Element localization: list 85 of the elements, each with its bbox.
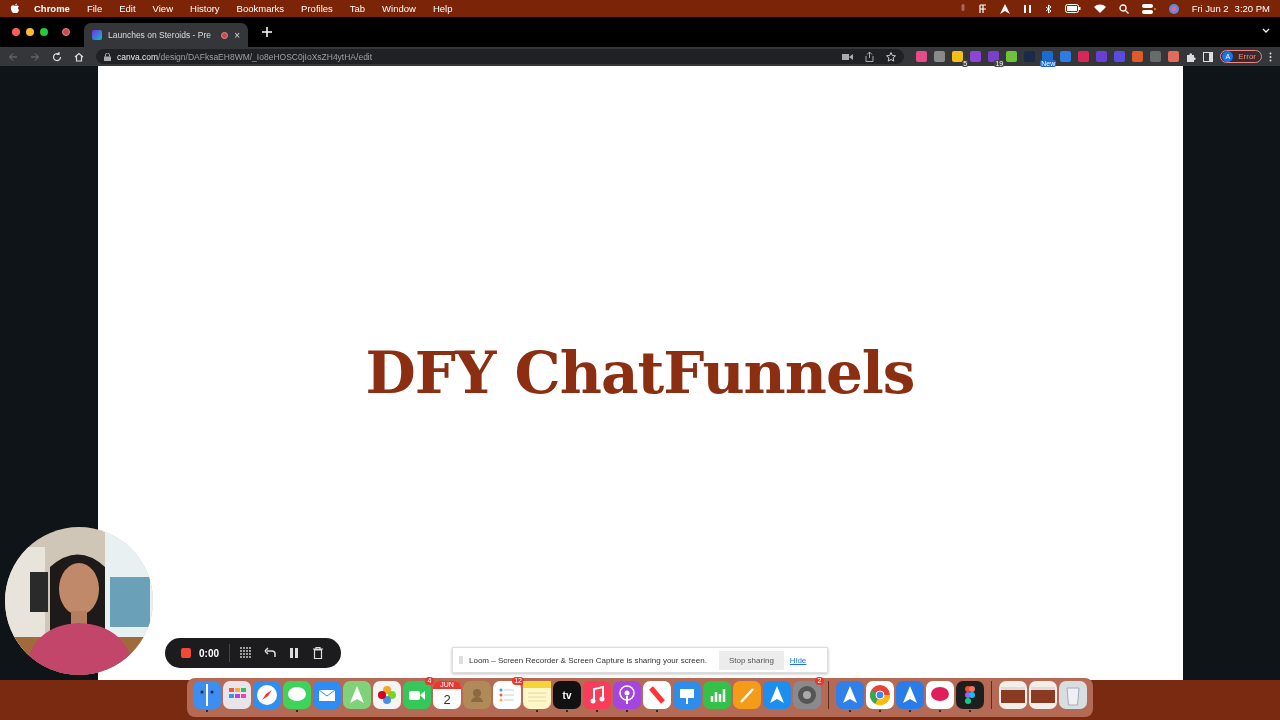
close-tab-button[interactable]: × [234,29,240,41]
extension-icon[interactable] [1006,51,1018,62]
control-center-icon[interactable] [1141,3,1156,14]
dock-app-icon[interactable] [583,681,611,709]
puzzle-icon[interactable] [1186,51,1197,62]
dock-app-icon[interactable] [373,681,401,709]
dock-app-icon[interactable] [673,681,701,709]
dock-app-icon[interactable] [926,681,954,709]
menu-item[interactable]: Profiles [301,3,333,14]
close-window-button[interactable] [12,28,20,36]
slide-title: DFY ChatFunnels [365,339,915,407]
dock-app-icon[interactable] [1029,681,1057,709]
dock-app-icon[interactable] [1059,681,1087,709]
apple-icon[interactable] [10,3,20,14]
dock-app-icon[interactable] [403,681,431,709]
dock-app-icon[interactable] [733,681,761,709]
calendar-day: 2 [443,691,451,707]
menu-item[interactable]: Help [432,3,453,14]
dock-app-icon[interactable] [253,681,281,709]
minimize-window-button[interactable] [26,28,34,36]
extension-icon[interactable] [934,51,946,62]
dock-app-icon[interactable] [643,681,671,709]
stop-sharing-button[interactable]: Stop sharing [718,650,784,670]
dock-app-icon[interactable] [836,681,864,709]
menu-item[interactable]: File [86,3,103,14]
recording-icon [62,28,70,36]
menu-item[interactable]: Edit [119,3,136,14]
recording-timer: 0:00 [199,647,219,659]
star-icon[interactable] [886,51,897,62]
dock-app-icon[interactable] [613,681,641,709]
extension-icon[interactable] [916,51,928,62]
wifi-icon[interactable] [1093,4,1106,13]
zoom-window-button[interactable] [40,28,48,36]
extension-icon[interactable] [1060,51,1072,62]
menu-item[interactable]: Window [382,3,416,14]
url-text: canva.com/design/DAFksaEH8WM/_Io8eHOSC0jIoXsZH4ytHA/edit [117,51,373,62]
side-panel-icon[interactable] [1203,51,1214,62]
stop-recording-button[interactable] [181,648,191,658]
draw-tool-button[interactable] [240,647,252,659]
pause-button[interactable] [288,647,300,659]
browser-tab[interactable]: Launches on Steroids - Pre × [84,23,248,47]
chevron-down-icon[interactable] [1262,28,1270,34]
new-tab-icon[interactable] [262,27,272,37]
extension-icon[interactable] [1132,51,1144,62]
share-icon[interactable] [865,51,875,62]
dock-app-icon[interactable] [956,681,984,709]
menu-item[interactable]: Chrome [34,3,70,14]
dock-app-icon[interactable] [703,681,731,709]
dock-app-icon[interactable] [763,681,791,709]
delete-button[interactable] [312,647,324,659]
dock-app-icon[interactable] [193,681,221,709]
triangle-icon[interactable] [999,3,1010,14]
menu-item[interactable]: View [152,3,173,14]
dock-app-icon[interactable] [896,681,924,709]
address-bar[interactable]: canva.com/design/DAFksaEH8WM/_Io8eHOSC0jIoXsZH4ytHA/edit [96,49,905,64]
dock-app-icon[interactable] [493,681,521,709]
menu-date[interactable]: Fri Jun 2 [1191,3,1229,14]
dock-app-icon[interactable] [223,681,251,709]
extension-icon[interactable] [1168,51,1180,62]
home-icon[interactable] [74,51,84,62]
more-icon[interactable] [1269,51,1272,62]
dock-app-icon[interactable] [313,681,341,709]
restart-button[interactable] [264,647,276,659]
bluetooth-icon[interactable] [1044,3,1052,14]
reload-icon[interactable] [52,51,62,62]
drag-handle-icon[interactable] [459,656,463,664]
dock-app-icon[interactable] [283,681,311,709]
menu-item[interactable]: History [190,3,220,14]
lock-icon [104,52,111,61]
menu-item[interactable]: Bookmarks [236,3,285,14]
camera-icon[interactable] [842,52,854,61]
app-label: tv [562,689,572,701]
battery-icon[interactable] [1064,4,1081,13]
menu-item[interactable]: Tab [349,3,366,14]
dock-app-icon[interactable] [866,681,894,709]
dock-app-icon[interactable]: tv [553,681,581,709]
menu-time[interactable]: 3:20 PM [1234,3,1270,14]
hide-link[interactable]: Hide [789,655,807,665]
search-icon[interactable] [1118,3,1129,14]
dock-app-icon[interactable] [343,681,371,709]
extension-icon[interactable] [952,51,964,62]
sharing-message: Loom – Screen Recorder & Screen Capture is sharing your screen. [469,655,707,665]
siri-icon[interactable] [1168,3,1179,14]
microphone-icon[interactable] [959,3,966,14]
dock-app-icon[interactable] [999,681,1027,709]
